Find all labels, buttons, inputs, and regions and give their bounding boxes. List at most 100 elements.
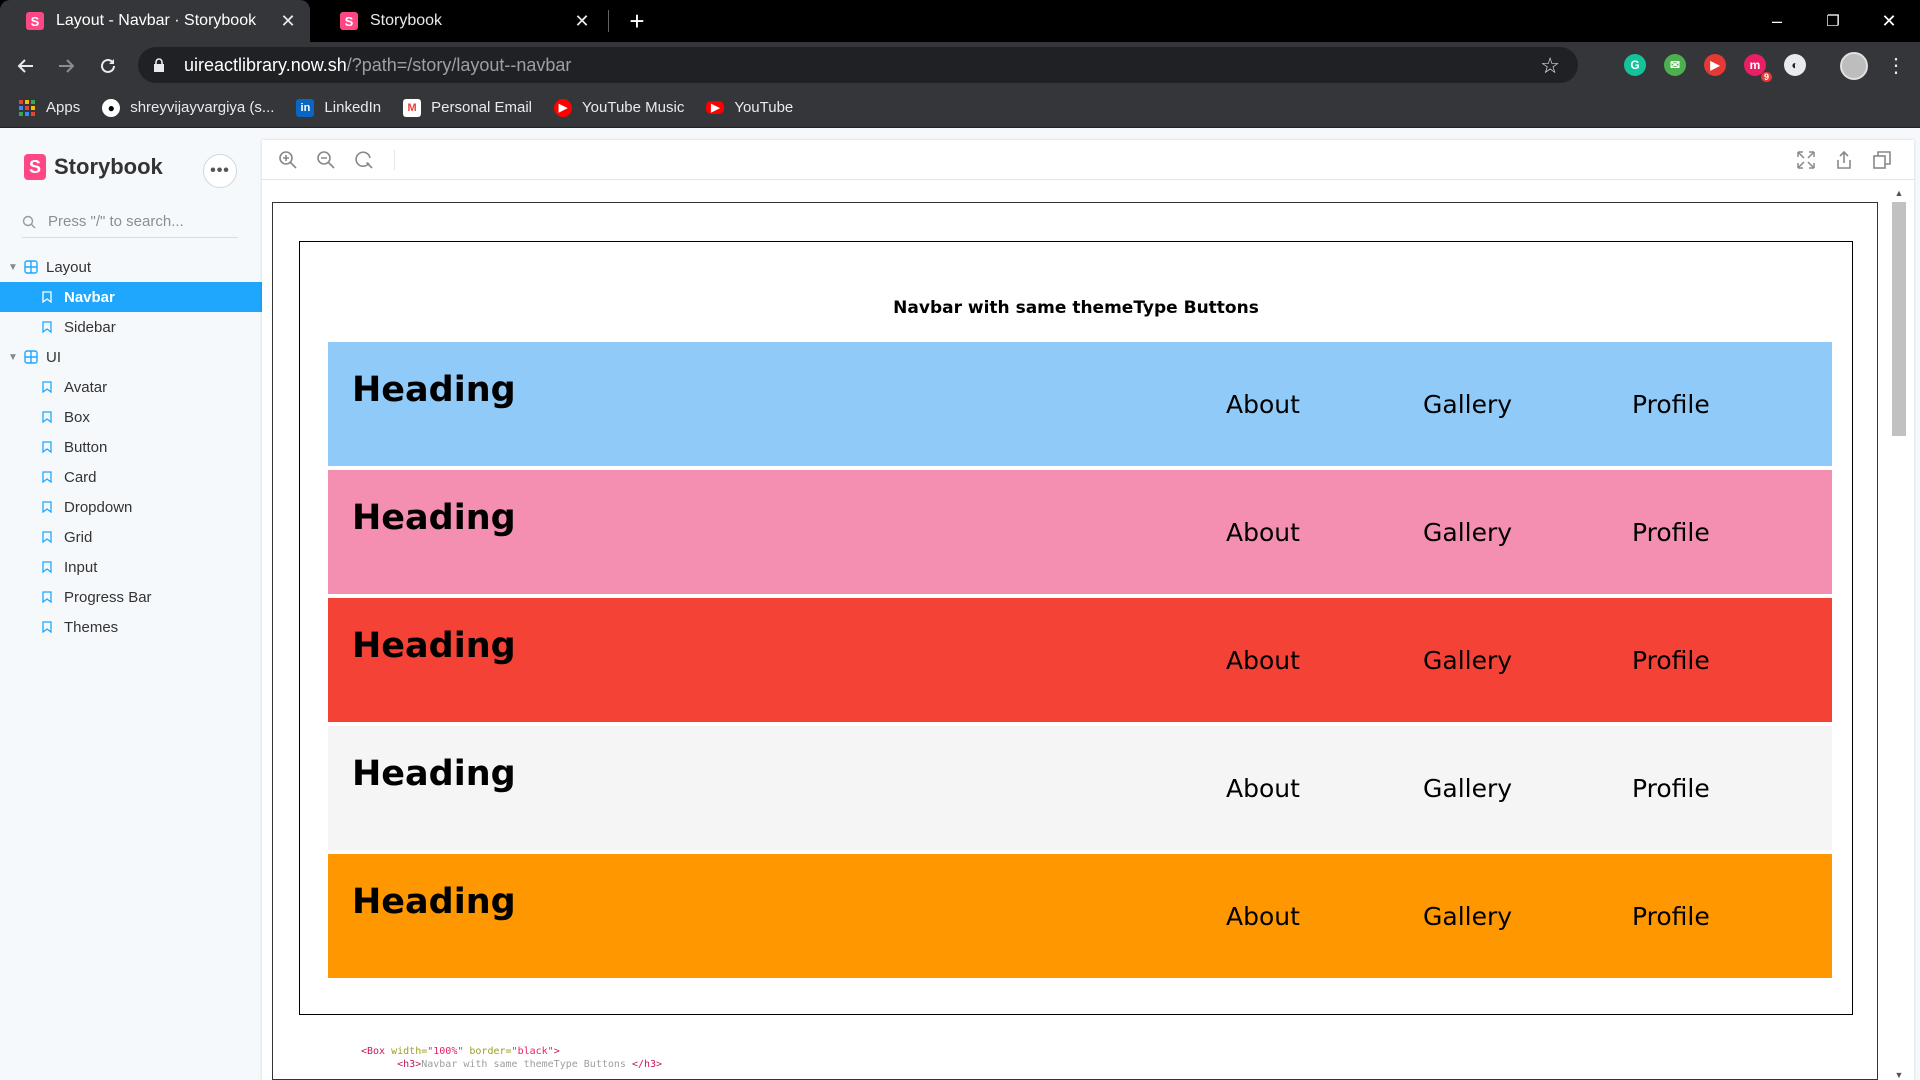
story-box: Navbar with same themeType Buttons Headi… [299,241,1853,1015]
zoom-out-icon[interactable] [316,150,336,170]
profile-avatar[interactable] [1840,52,1868,80]
tree-story-label: Avatar [64,378,108,396]
back-button[interactable] [10,50,42,82]
tree-story-navbar[interactable]: Navbar [0,282,262,312]
preview-scrollbar[interactable]: ▲ ▼ [1888,188,1908,1080]
bookmark-github[interactable]: ● shreyvijayvargiya (s... [102,98,274,117]
storybook-logo-icon: S [24,154,46,180]
sidebar: S Storybook ••• ▼ Layout Navbar Sidebar ▼ UI A… [0,128,262,1080]
browser-tab[interactable]: S Storybook ✕ [314,0,604,42]
navbar-link-about[interactable]: About [1226,518,1300,547]
canvas-panel: Navbar with same themeType Buttons Headi… [262,140,1914,1080]
gmail-icon: M [403,98,422,117]
tree-story-dropdown[interactable]: Dropdown [0,492,262,522]
storybook-brand[interactable]: S Storybook [24,154,163,180]
reload-icon [101,58,115,73]
navbar-link-about[interactable]: About [1226,390,1300,419]
fullscreen-icon[interactable] [1796,150,1816,170]
tree-group-ui[interactable]: ▼ UI [0,342,262,372]
forward-button[interactable] [50,50,82,82]
bookmark-story-icon [42,501,52,513]
navbar-link-profile[interactable]: Profile [1632,390,1710,419]
zoom-in-icon[interactable] [278,150,298,170]
youtube-icon: ▶ [706,101,725,114]
navbar-demo: Heading About Gallery Profile [328,854,1832,978]
scroll-down-arrow-icon[interactable]: ▼ [1892,1070,1906,1080]
scroll-up-arrow-icon[interactable]: ▲ [1892,188,1906,198]
code-line-1: <Box width="100%" border="black"> [361,1046,560,1057]
tree-story-input[interactable]: Input [0,552,262,582]
storybook-app: S Storybook ••• ▼LayoutNavbarSidebar▼UIA… [0,128,1920,1080]
navbar-link-gallery[interactable]: Gallery [1423,518,1512,547]
navbar-heading: Heading [352,626,516,666]
story-title: Navbar with same themeType Buttons [893,298,1259,318]
scroll-thumb[interactable] [1892,202,1906,436]
navbar-link-gallery[interactable]: Gallery [1423,774,1512,803]
navbar-link-profile[interactable]: Profile [1632,518,1710,547]
back-arrow-icon [17,59,33,73]
navbar-link-gallery[interactable]: Gallery [1423,390,1512,419]
close-window-button[interactable]: ✕ [1862,0,1916,42]
address-bar[interactable]: uireactlibrary.now.sh/?path=/story/layou… [138,47,1578,83]
zoom-reset-icon[interactable] [354,150,374,170]
bookmark-story-icon [42,621,52,633]
navbar-link-about[interactable]: About [1226,902,1300,931]
bookmark-youtube[interactable]: ▶ YouTube [706,99,793,116]
bookmark-star-icon[interactable]: ☆ [1540,53,1560,79]
search-input[interactable] [48,213,228,230]
browser-tab-active[interactable]: S Layout - Navbar · Storybook ✕ [0,0,310,42]
browser-menu-icon[interactable]: ⋮ [1886,52,1906,80]
navbar-link-profile[interactable]: Profile [1632,646,1710,675]
linkedin-icon: in [296,98,315,117]
circle-extension-icon[interactable]: ◐ [1784,54,1806,76]
navbar-heading: Heading [352,498,516,538]
url-path: /?path=/story/layout--navbar [346,54,572,75]
navbar-link-profile[interactable]: Profile [1632,774,1710,803]
navbar-demo: Heading About Gallery Profile [328,598,1832,722]
sidebar-menu-button[interactable]: ••• [203,154,237,188]
tree-story-themes[interactable]: Themes [0,612,262,642]
tree-story-grid[interactable]: Grid [0,522,262,552]
video-extension-icon[interactable]: ▶ [1704,54,1726,76]
tree-story-sidebar[interactable]: Sidebar [0,312,262,342]
bookmark-youtube-music[interactable]: ▶ YouTube Music [554,98,685,117]
bookmark-label: LinkedIn [324,99,382,116]
tree-story-avatar[interactable]: Avatar [0,372,262,402]
bookmark-label: YouTube Music [582,99,685,116]
navbar-link-profile[interactable]: Profile [1632,902,1710,931]
bookmark-personal-email[interactable]: M Personal Email [403,98,532,117]
new-tab-button[interactable]: + [622,6,652,36]
tree-story-label: Card [64,468,97,486]
share-icon[interactable] [1834,150,1854,170]
extension-badge: 9 [1760,72,1772,82]
tree-group-layout[interactable]: ▼ Layout [0,252,262,282]
tree-story-box[interactable]: Box [0,402,262,432]
copy-link-icon[interactable] [1872,150,1892,170]
tree-story-card[interactable]: Card [0,462,262,492]
maximize-button[interactable]: ❐ [1806,0,1860,42]
tree-story-button[interactable]: Button [0,432,262,462]
tab-close-icon[interactable]: ✕ [278,11,298,32]
storybook-favicon-icon: S [340,12,358,30]
tree-story-progress-bar[interactable]: Progress Bar [0,582,262,612]
bookmark-story-icon [42,381,52,393]
navbar-link-gallery[interactable]: Gallery [1423,646,1512,675]
youtube-music-icon: ▶ [554,98,573,117]
navbar-link-gallery[interactable]: Gallery [1423,902,1512,931]
navbar-link-about[interactable]: About [1226,646,1300,675]
code-snippet: <Box width="100%" border="black"> <h3>Na… [361,1045,662,1071]
bookmark-apps[interactable]: Apps [18,99,80,117]
navbar-link-about[interactable]: About [1226,774,1300,803]
reload-button[interactable] [92,50,124,82]
grammarly-icon[interactable]: G [1624,54,1646,76]
toolbar-divider [394,150,395,170]
tree-story-label: Progress Bar [64,588,152,606]
bookmark-label: Apps [46,99,81,116]
navbar-heading: Heading [352,370,516,410]
tab-close-icon[interactable]: ✕ [572,11,592,32]
minimize-button[interactable]: – [1750,0,1804,42]
tree-group-label: UI [46,348,61,366]
m-extension-icon[interactable]: m9 [1744,54,1772,82]
mail-extension-icon[interactable]: ✉ [1664,54,1686,76]
bookmark-linkedin[interactable]: in LinkedIn [296,98,382,117]
